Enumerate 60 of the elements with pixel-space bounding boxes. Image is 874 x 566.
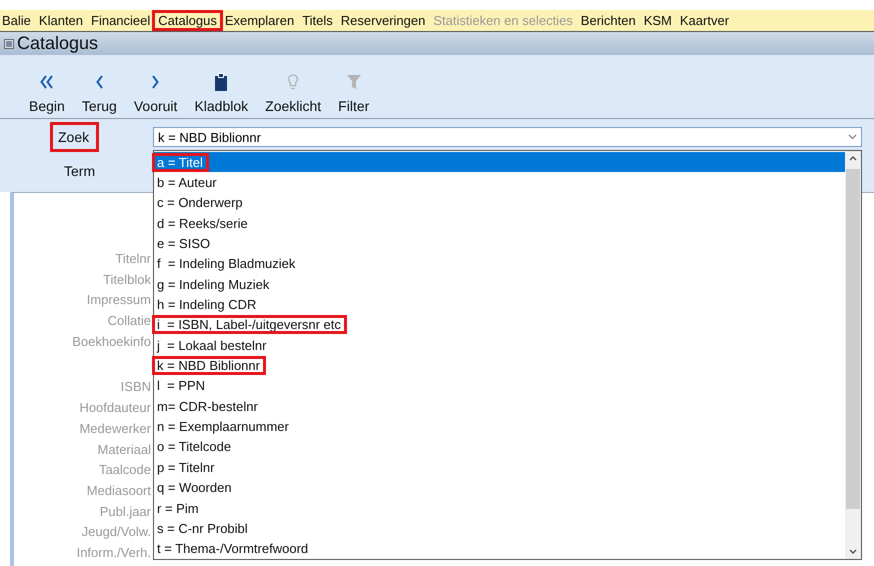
dropdown-option[interactable]: n = Exemplaarnummer [154,416,845,437]
dropdown-option[interactable]: q = Woorden [154,478,845,498]
field-label: Boekhoekinfo [72,332,151,351]
dropdown-option[interactable]: o = Titelcode [154,436,845,458]
toolbar-button[interactable]: Zoeklicht [258,70,328,116]
field-label: Zoek [58,129,90,145]
menu-item[interactable]: Titels [302,13,333,28]
field-label: Collatie [108,312,151,330]
dropdown-option[interactable]: e = SISO [154,233,845,254]
toolbar-button[interactable]: Terug [74,70,124,116]
menu-item[interactable]: KSM [644,13,672,28]
dropdown-option[interactable]: r = Pim [154,498,845,518]
menu-item[interactable]: Catalogus [158,13,217,28]
dropdown-option[interactable]: j = Lokaal bestelnr [154,335,845,356]
dropdown-option[interactable]: h = Indeling CDR [154,294,845,315]
dropdown-option[interactable]: m= CDR-bestelnr [154,396,845,416]
dropdown-option[interactable]: l = PPN [154,376,845,396]
field-label: Hoofdauteur [79,399,151,418]
field-label: Materiaal [98,440,151,458]
dropdown-option[interactable]: i = ISBN, Label-/uitgeversnr etc [154,314,845,336]
field-label: Publ.jaar [100,502,151,521]
dropdown-option[interactable]: g = Indeling Muziek [154,274,845,294]
toolbar-button[interactable]: Filter [331,70,376,116]
menu-item[interactable]: Klanten [38,13,84,28]
dropdown-option[interactable]: f = Indeling Bladmuziek [154,254,845,274]
menu-item[interactable]: Reserveringen [340,13,426,28]
window-title: Catalogus [17,33,98,54]
menu-item[interactable]: Balie [2,13,31,28]
dropdown-option[interactable]: t = Thema-/Vormtrefwoord [154,538,845,559]
field-label: Inform./Verh. [76,544,151,562]
scroll-up-icon[interactable] [849,156,857,161]
dropdown-option[interactable]: d = Reeks/serie [154,213,845,234]
field-label: Impressum [86,291,151,310]
dropdown-option[interactable]: s = C-nr Probibl [154,518,845,539]
dropdown-option[interactable]: k = NBD Biblionnr [154,355,845,376]
dropdown-option[interactable]: b = Auteur [154,172,845,193]
field-label: Taalcode [98,461,151,480]
menu-item[interactable]: Exemplaren [224,13,294,28]
toolbar-button[interactable]: Begin [22,70,72,116]
scrollbar[interactable] [845,151,861,559]
field-label: Titelnr [115,250,151,268]
toolbar-button[interactable]: Vooruit [126,70,184,116]
dropdown-option[interactable]: c = Onderwerp [154,192,845,214]
chevron-down-icon [848,134,857,140]
field-label: Titelblok [103,270,151,289]
dropdown-option[interactable]: a = Titel [154,152,845,172]
search-field-dropdown[interactable]: k = NBD Biblionnr [153,127,862,147]
field-label: Mediasoort [86,482,151,500]
field-value: k = NBD Biblionnr [158,130,261,144]
field-label: Jeugd/Volw. [82,523,151,542]
scroll-down-icon[interactable] [849,549,857,554]
menu-item[interactable]: Financieel [91,13,150,28]
dropdown-option[interactable]: p = Titelnr [154,457,845,478]
window-icon [4,38,14,48]
field-label: ISBN [120,378,151,396]
field-label: Medewerker [79,420,151,438]
menu-item[interactable]: Kaartver [680,13,730,28]
menu-item[interactable]: Berichten [580,13,636,28]
field-label: Term [64,163,96,179]
toolbar-button[interactable]: Kladblok [187,70,256,116]
